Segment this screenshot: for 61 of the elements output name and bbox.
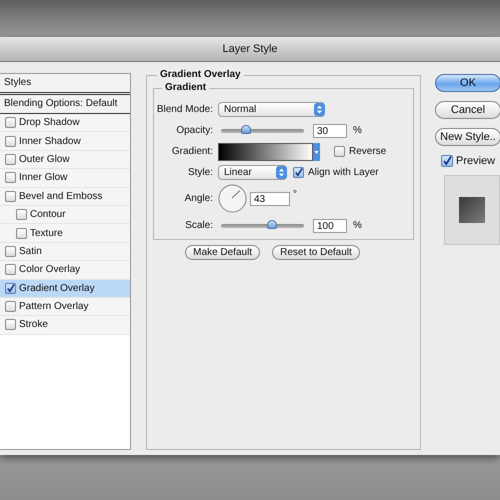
checkbox[interactable]: [5, 301, 16, 312]
checkbox[interactable]: [5, 172, 16, 184]
stepper-icon: [314, 103, 325, 116]
style-list-item[interactable]: Stroke: [0, 316, 130, 335]
checkbox[interactable]: [5, 319, 16, 330]
slider-thumb[interactable]: [266, 220, 277, 228]
dialog-button[interactable]: Cancel: [435, 101, 500, 119]
style-list-item[interactable]: Drop Shadow: [0, 114, 130, 132]
panel-button[interactable]: Make Default: [185, 245, 260, 260]
style-list-item[interactable]: Gradient Overlay: [0, 280, 130, 298]
preview-square: [459, 197, 485, 223]
checkbox[interactable]: [5, 282, 16, 294]
checkbox[interactable]: [16, 209, 27, 220]
scale-field[interactable]: 100: [313, 218, 347, 232]
checkbox[interactable]: [5, 190, 16, 202]
checkbox[interactable]: [334, 146, 345, 157]
blending-options-item[interactable]: Blending Options: Default: [0, 95, 130, 114]
angle-field[interactable]: 43: [250, 192, 290, 206]
style-list-item[interactable]: Bevel and Emboss: [0, 188, 130, 206]
checkbox[interactable]: [5, 117, 16, 128]
style-list-item[interactable]: Satin: [0, 242, 130, 262]
checkbox-label: Preview: [456, 155, 496, 167]
field-label: Blend Mode:: [156, 103, 214, 117]
field-label: Angle:: [184, 192, 214, 206]
checkbox-label: Align with Layer: [308, 167, 379, 178]
group-title: Gradient: [162, 82, 210, 93]
unit-label: %: [353, 220, 362, 231]
style-list-item[interactable]: Texture: [0, 224, 130, 243]
field-label: Gradient:: [170, 145, 214, 159]
unit-label: °: [293, 189, 297, 200]
checkbox[interactable]: [441, 155, 453, 167]
slider-thumb[interactable]: [240, 124, 251, 134]
field-label: Scale:: [184, 219, 214, 233]
gradient-swatch[interactable]: [218, 142, 313, 160]
field-label: Opacity:: [175, 124, 214, 138]
checkbox[interactable]: [5, 264, 16, 276]
checkbox[interactable]: [5, 154, 16, 165]
window-title: Layer Style: [0, 37, 500, 62]
checkbox[interactable]: [5, 246, 16, 257]
field-label: Style:: [186, 166, 214, 180]
style-list-item[interactable]: Inner Glow: [0, 169, 130, 188]
style-list-item[interactable]: Color Overlay: [0, 261, 130, 280]
checkbox[interactable]: [16, 228, 27, 239]
styles-header[interactable]: Styles: [0, 74, 130, 95]
style-dropdown[interactable]: Linear: [218, 165, 287, 180]
style-list-item[interactable]: Contour: [0, 206, 130, 224]
section-title: Gradient Overlay: [157, 69, 244, 80]
checkbox[interactable]: [293, 167, 304, 178]
checkbox-label: Reverse: [349, 146, 386, 157]
dialog-button[interactable]: OK: [435, 74, 500, 92]
unit-label: %: [353, 125, 362, 136]
blend-mode-dropdown[interactable]: Normal: [218, 102, 325, 117]
checkbox[interactable]: [5, 136, 16, 147]
opacity-field[interactable]: 30: [313, 124, 347, 138]
style-list-item[interactable]: Outer Glow: [0, 150, 130, 170]
stepper-icon: [276, 166, 287, 179]
dialog-button[interactable]: New Style..: [435, 128, 500, 146]
panel-button[interactable]: Reset to Default: [272, 245, 360, 260]
angle-dial[interactable]: [218, 184, 247, 213]
style-list-item[interactable]: Inner Shadow: [0, 132, 130, 151]
style-list-item[interactable]: Pattern Overlay: [0, 298, 130, 316]
